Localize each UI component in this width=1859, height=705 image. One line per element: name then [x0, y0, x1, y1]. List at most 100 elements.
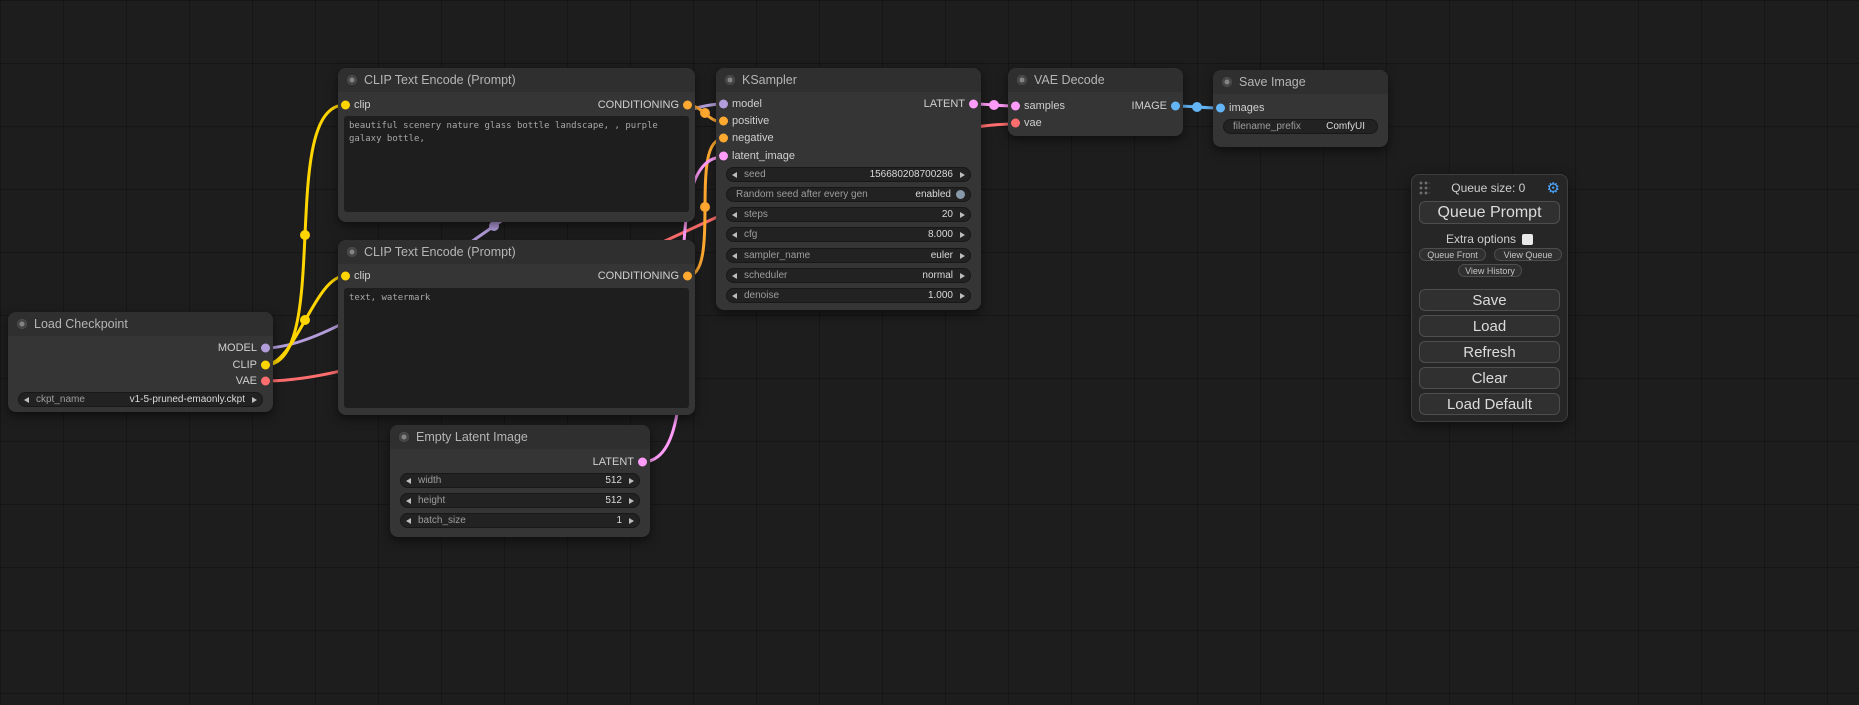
decrement-arrow-icon[interactable] [732, 253, 737, 259]
wire-dot-model [489, 221, 499, 231]
node-title-bar[interactable]: Load Checkpoint [8, 312, 273, 336]
height-widget[interactable]: height 512 [400, 493, 640, 508]
seed-widget[interactable]: seed 156680208700286 [726, 167, 971, 182]
increment-arrow-icon[interactable] [960, 253, 965, 259]
decrement-arrow-icon[interactable] [732, 172, 737, 178]
filename-prefix-widget[interactable]: filename_prefix ComfyUI [1223, 119, 1378, 134]
steps-widget[interactable]: steps 20 [726, 207, 971, 222]
view-queue-button[interactable]: View Queue [1494, 248, 1562, 261]
decrement-arrow-icon[interactable] [732, 212, 737, 218]
widget-label: width [418, 475, 441, 486]
decrement-arrow-icon[interactable] [406, 518, 411, 524]
increment-arrow-icon[interactable] [629, 498, 634, 504]
output-dot-image-icon[interactable] [1171, 101, 1180, 110]
output-slot-image: IMAGE [1132, 99, 1183, 112]
ckpt-name-widget[interactable]: ckpt_name v1-5-pruned-emaonly.ckpt [18, 392, 263, 407]
node-collapse-dot-icon[interactable] [17, 319, 27, 329]
node-collapse-dot-icon[interactable] [347, 247, 357, 257]
decrement-arrow-icon[interactable] [732, 232, 737, 238]
node-load-checkpoint[interactable]: Load Checkpoint MODEL CLIP VAE ckpt_name… [8, 312, 273, 412]
input-dot-model-icon[interactable] [719, 99, 728, 108]
input-slot-images: images [1213, 101, 1264, 114]
node-clip-text-encode-negative[interactable]: CLIP Text Encode (Prompt) clip CONDITION… [338, 240, 695, 415]
increment-arrow-icon[interactable] [960, 212, 965, 218]
node-collapse-dot-icon[interactable] [725, 75, 735, 85]
node-collapse-dot-icon[interactable] [347, 75, 357, 85]
node-title-bar[interactable]: CLIP Text Encode (Prompt) [338, 240, 695, 264]
queue-front-button[interactable]: Queue Front [1419, 248, 1486, 261]
node-title-bar[interactable]: VAE Decode [1008, 68, 1183, 92]
graph-canvas[interactable]: Load Checkpoint MODEL CLIP VAE ckpt_name… [0, 0, 1859, 705]
output-dot-clip-icon[interactable] [261, 360, 270, 369]
batch-size-widget[interactable]: batch_size 1 [400, 513, 640, 528]
node-empty-latent-image[interactable]: Empty Latent Image LATENT width 512 heig… [390, 425, 650, 537]
queue-prompt-button[interactable]: Queue Prompt [1419, 201, 1560, 224]
increment-arrow-icon[interactable] [252, 397, 257, 403]
node-vae-decode[interactable]: VAE Decode samples vae IMAGE [1008, 68, 1183, 136]
increment-arrow-icon[interactable] [960, 293, 965, 299]
node-clip-text-encode-positive[interactable]: CLIP Text Encode (Prompt) clip CONDITION… [338, 68, 695, 222]
prompt-textarea[interactable]: text, watermark [344, 288, 689, 408]
slot-label: IMAGE [1132, 100, 1167, 112]
input-slot-vae: vae [1008, 116, 1042, 129]
denoise-widget[interactable]: denoise 1.000 [726, 288, 971, 303]
node-title-bar[interactable]: KSampler [716, 68, 981, 92]
input-dot-negative-icon[interactable] [719, 133, 728, 142]
input-dot-images-icon[interactable] [1216, 103, 1225, 112]
output-dot-vae-icon[interactable] [261, 376, 270, 385]
scheduler-widget[interactable]: scheduler normal [726, 268, 971, 283]
input-dot-latent-image-icon[interactable] [719, 151, 728, 160]
prompt-textarea[interactable]: beautiful scenery nature glass bottle la… [344, 116, 689, 212]
extra-options-checkbox[interactable] [1522, 234, 1533, 245]
input-dot-positive-icon[interactable] [719, 116, 728, 125]
width-widget[interactable]: width 512 [400, 473, 640, 488]
increment-arrow-icon[interactable] [960, 232, 965, 238]
node-ksampler[interactable]: KSampler model positive negative latent_… [716, 68, 981, 310]
node-collapse-dot-icon[interactable] [399, 432, 409, 442]
toggle-on-icon[interactable] [956, 190, 965, 199]
input-dot-clip-icon[interactable] [341, 271, 350, 280]
widget-value: 1 [616, 515, 622, 526]
input-dot-vae-icon[interactable] [1011, 118, 1020, 127]
random-seed-toggle-widget[interactable]: Random seed after every gen enabled [726, 187, 971, 202]
increment-arrow-icon[interactable] [629, 518, 634, 524]
clear-button[interactable]: Clear [1419, 367, 1560, 389]
output-slot-conditioning: CONDITIONING [598, 98, 695, 111]
cfg-widget[interactable]: cfg 8.000 [726, 227, 971, 242]
load-button[interactable]: Load [1419, 315, 1560, 337]
node-title-bar[interactable]: Empty Latent Image [390, 425, 650, 449]
slot-label: images [1229, 102, 1264, 114]
sampler-name-widget[interactable]: sampler_name euler [726, 248, 971, 263]
input-dot-samples-icon[interactable] [1011, 101, 1020, 110]
settings-gear-icon[interactable]: ⚙ [1547, 181, 1560, 196]
node-title-bar[interactable]: Save Image [1213, 70, 1388, 94]
input-slot-latent-image: latent_image [716, 149, 795, 162]
node-collapse-dot-icon[interactable] [1222, 77, 1232, 87]
load-default-button[interactable]: Load Default [1419, 393, 1560, 415]
refresh-button[interactable]: Refresh [1419, 341, 1560, 363]
view-history-button[interactable]: View History [1458, 264, 1522, 277]
decrement-arrow-icon[interactable] [406, 478, 411, 484]
widget-value: 1.000 [928, 290, 953, 301]
output-dot-latent-icon[interactable] [969, 99, 978, 108]
decrement-arrow-icon[interactable] [732, 273, 737, 279]
increment-arrow-icon[interactable] [960, 273, 965, 279]
widget-value: normal [922, 270, 953, 281]
node-collapse-dot-icon[interactable] [1017, 75, 1027, 85]
increment-arrow-icon[interactable] [960, 172, 965, 178]
increment-arrow-icon[interactable] [629, 478, 634, 484]
save-button[interactable]: Save [1419, 289, 1560, 311]
node-save-image[interactable]: Save Image images filename_prefix ComfyU… [1213, 70, 1388, 147]
decrement-arrow-icon[interactable] [24, 397, 29, 403]
output-dot-latent-icon[interactable] [638, 457, 647, 466]
output-dot-model-icon[interactable] [261, 343, 270, 352]
decrement-arrow-icon[interactable] [406, 498, 411, 504]
node-title: KSampler [742, 73, 797, 87]
output-dot-conditioning-icon[interactable] [683, 100, 692, 109]
menu-drag-handle-icon[interactable] [1419, 181, 1430, 196]
decrement-arrow-icon[interactable] [732, 293, 737, 299]
output-slot-conditioning: CONDITIONING [598, 269, 695, 282]
output-dot-conditioning-icon[interactable] [683, 271, 692, 280]
input-dot-clip-icon[interactable] [341, 100, 350, 109]
node-title-bar[interactable]: CLIP Text Encode (Prompt) [338, 68, 695, 92]
